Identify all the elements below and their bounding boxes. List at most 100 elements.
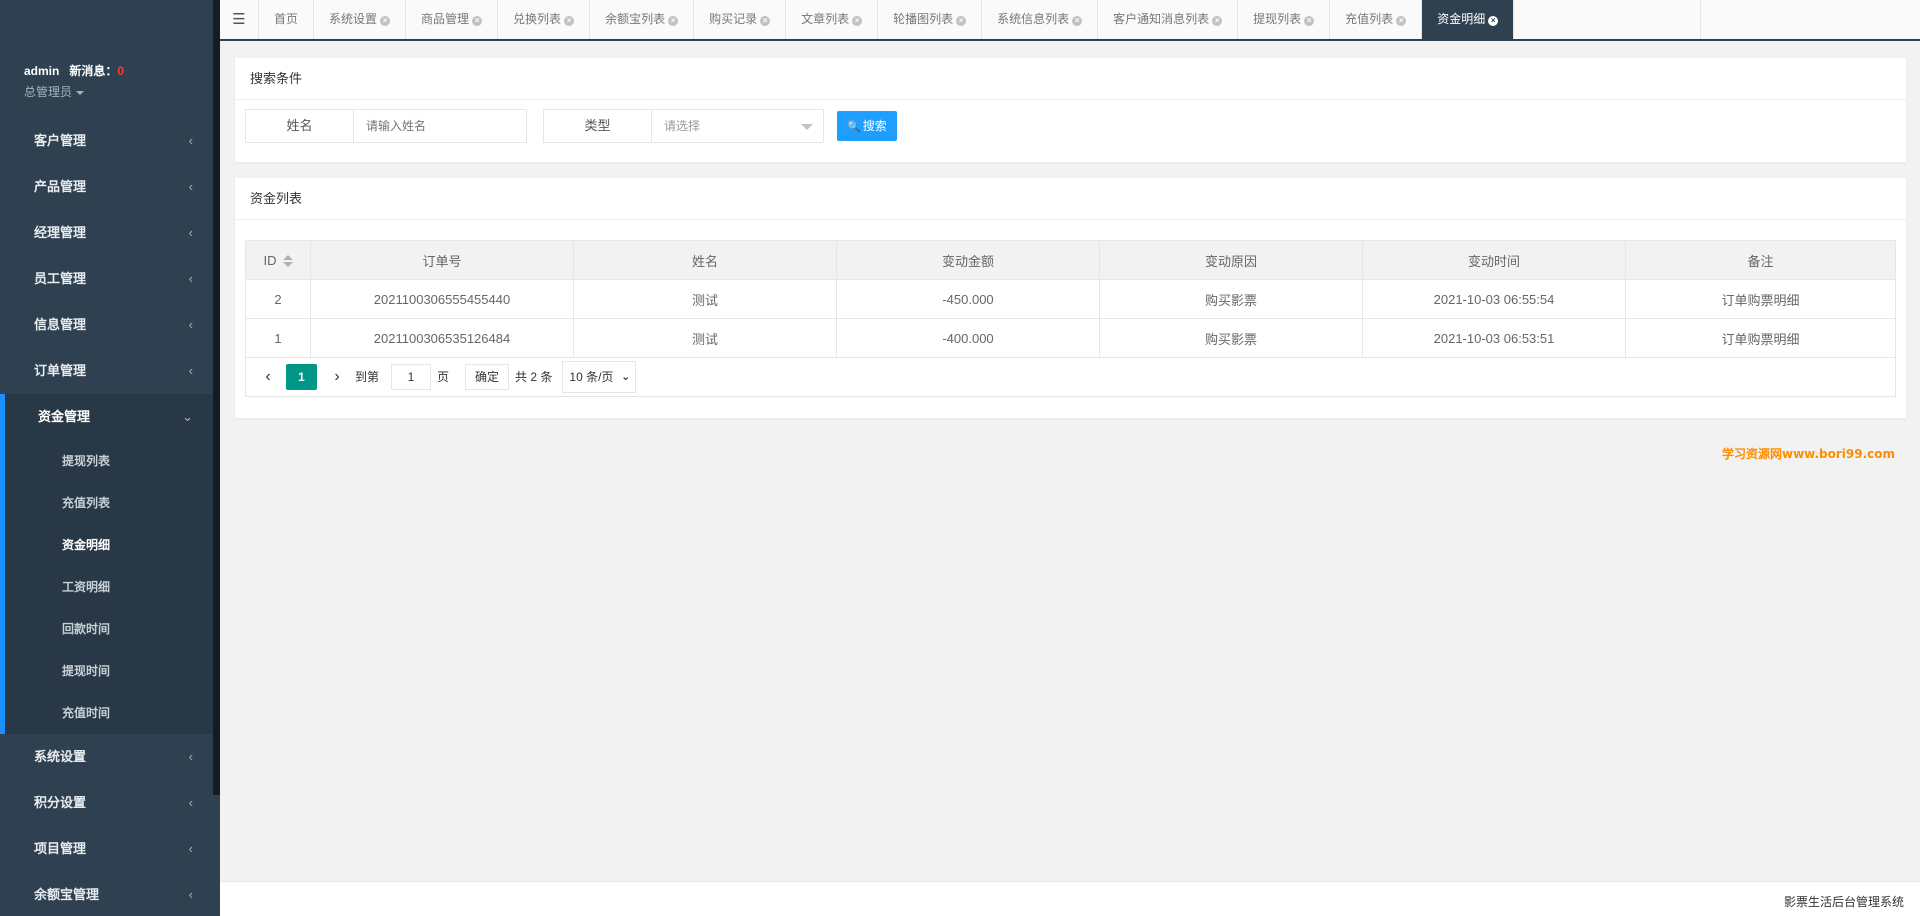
name-label: 姓名	[246, 110, 354, 142]
column-header-reason: 变动原因	[1099, 240, 1363, 280]
close-icon[interactable]: ×	[668, 16, 679, 26]
user-name[interactable]: admin	[24, 64, 59, 78]
tab-fund-details[interactable]: 资金明细 ×	[1422, 0, 1515, 39]
tab-label: 文章列表	[801, 12, 850, 26]
tab-yuebao-list[interactable]: 余额宝列表 ×	[590, 0, 695, 39]
sidebar-item-projects[interactable]: 项目管理 ‹	[0, 826, 213, 872]
tab-recharge-list[interactable]: 充值列表 ×	[1330, 0, 1423, 39]
tab-purchase-records[interactable]: 购买记录 ×	[694, 0, 787, 39]
tab-system-settings[interactable]: 系统设置 ×	[314, 0, 407, 39]
close-icon[interactable]: ×	[852, 16, 863, 26]
tab-label: 客户通知消息列表	[1113, 12, 1210, 26]
sidebar-item-points-settings[interactable]: 积分设置 ‹	[0, 780, 213, 826]
total-count: 共 2 条	[515, 370, 553, 384]
tab-label: 余额宝列表	[605, 12, 666, 26]
sidebar-scrollbar[interactable]	[213, 0, 220, 795]
sidebar-item-funds[interactable]: 资金管理 ⌄	[5, 394, 213, 440]
message-label[interactable]: 新消息：	[69, 64, 117, 78]
close-icon[interactable]: ×	[472, 16, 483, 26]
page-size-select[interactable]: 10 条/页 ⌄	[562, 360, 637, 393]
chevron-left-icon: ‹	[188, 749, 193, 764]
tab-label: 充值列表	[1345, 12, 1394, 26]
column-header-remark: 备注	[1625, 240, 1896, 280]
sidebar-item-customers[interactable]: 客户管理 ‹	[0, 118, 213, 164]
close-icon[interactable]: ×	[1396, 16, 1407, 26]
sidebar-item-info[interactable]: 信息管理 ‹	[0, 302, 213, 348]
chevron-down-icon: ⌄	[182, 409, 193, 424]
close-icon[interactable]: ×	[956, 16, 967, 26]
column-header-time: 变动时间	[1362, 240, 1626, 280]
column-header-name: 姓名	[573, 240, 837, 280]
name-input[interactable]	[354, 110, 526, 142]
caret-down-icon	[76, 90, 85, 95]
sidebar-subitem-fund-details[interactable]: 资金明细	[5, 524, 213, 566]
type-field: 类型 请选择	[543, 109, 824, 143]
tab-bar: ☰ 首页 系统设置 × 商品管理 × 兑换列表 × 余额宝列表 × 购买记录 × 文章列表…	[220, 0, 1920, 41]
sidebar-subitem-withdraw-list[interactable]: 提现列表	[5, 440, 213, 482]
sidebar-item-label: 经理管理	[34, 225, 87, 240]
tab-label: 轮播图列表	[893, 12, 954, 26]
sidebar-item-label: 订单管理	[34, 363, 87, 378]
sidebar-item-orders[interactable]: 订单管理 ‹	[0, 348, 213, 394]
tab-customer-notice-list[interactable]: 客户通知消息列表 ×	[1098, 0, 1239, 39]
sidebar-subitem-withdraw-time[interactable]: 提现时间	[5, 650, 213, 692]
page-number-current[interactable]: 1	[286, 363, 317, 390]
close-icon[interactable]: ×	[564, 16, 575, 26]
close-icon[interactable]: ×	[1072, 16, 1083, 26]
pagination: ‹ 1 › 到第 1 页 确定 共 2 条 10 条/页 ⌄	[245, 357, 1896, 397]
tab-exchange-list[interactable]: 兑换列表 ×	[498, 0, 591, 39]
fund-list-panel: 资金列表 ID 订单号 姓名 变动金额 变动原因 变动时间 备注 2 20211…	[235, 178, 1906, 418]
sidebar: admin 新消息：0 总管理员 客户管理 ‹ 产品管理 ‹ 经理管理 ‹ 员工管理 ‹ …	[0, 0, 220, 916]
tab-label: 提现列表	[1253, 12, 1302, 26]
sort-icon[interactable]	[282, 255, 293, 268]
sidebar-item-yuebao[interactable]: 余额宝管理 ‹	[0, 872, 213, 916]
cell-remark: 订单购票明细	[1625, 318, 1896, 358]
search-panel: 搜索条件 姓名 类型 请选择 🔍搜索	[235, 58, 1906, 162]
cell-order-no: 2021100306555455440	[310, 279, 574, 319]
tab-withdraw-list[interactable]: 提现列表 ×	[1238, 0, 1331, 39]
goto-page-input[interactable]: 1	[391, 363, 432, 390]
sidebar-item-label: 客户管理	[34, 133, 87, 148]
cell-remark: 订单购票明细	[1625, 279, 1896, 319]
table-header-row: ID 订单号 姓名 变动金额 变动原因 变动时间 备注	[245, 240, 1896, 280]
tab-label: 购买记录	[709, 12, 758, 26]
tab-system-info-list[interactable]: 系统信息列表 ×	[982, 0, 1099, 39]
sidebar-subitem-recharge-list[interactable]: 充值列表	[5, 482, 213, 524]
sidebar-item-products[interactable]: 产品管理 ‹	[0, 164, 213, 210]
tab-products[interactable]: 商品管理 ×	[406, 0, 499, 39]
sidebar-subitem-salary-details[interactable]: 工资明细	[5, 566, 213, 608]
sidebar-item-employees[interactable]: 员工管理 ‹	[0, 256, 213, 302]
search-form: 姓名 类型 请选择 🔍搜索	[245, 109, 897, 143]
prev-page-icon[interactable]: ‹	[256, 368, 280, 386]
table-row: 1 2021100306535126484 测试 -400.000 购买影票 2…	[245, 318, 1896, 358]
chevron-left-icon: ‹	[188, 363, 193, 378]
tab-carousel-list[interactable]: 轮播图列表 ×	[878, 0, 983, 39]
close-icon[interactable]: ×	[380, 16, 391, 26]
sidebar-subitem-payback-time[interactable]: 回款时间	[5, 608, 213, 650]
chevron-left-icon: ‹	[188, 887, 193, 902]
message-count[interactable]: 0	[117, 64, 124, 78]
sidebar-item-label: 信息管理	[34, 317, 87, 332]
search-button-label: 搜索	[862, 119, 887, 133]
user-role-dropdown[interactable]: 总管理员	[24, 83, 124, 100]
goto-label: 到第	[355, 370, 380, 384]
column-header-id[interactable]: ID	[245, 240, 311, 280]
sidebar-item-managers[interactable]: 经理管理 ‹	[0, 210, 213, 256]
close-icon[interactable]: ×	[1304, 16, 1315, 26]
close-icon[interactable]: ×	[1488, 16, 1499, 26]
close-icon[interactable]: ×	[760, 16, 771, 26]
next-page-icon[interactable]: ›	[325, 368, 349, 386]
menu-toggle-icon[interactable]: ☰	[220, 0, 259, 39]
name-field: 姓名	[245, 109, 527, 143]
tab-article-list[interactable]: 文章列表 ×	[786, 0, 879, 39]
tab-label: 系统信息列表	[997, 12, 1070, 26]
close-icon[interactable]: ×	[1212, 16, 1223, 26]
sidebar-item-system-settings[interactable]: 系统设置 ‹	[0, 734, 213, 780]
chevron-left-icon: ‹	[188, 795, 193, 810]
column-header-amount: 变动金额	[836, 240, 1100, 280]
tab-home[interactable]: 首页	[259, 0, 315, 39]
sidebar-subitem-recharge-time[interactable]: 充值时间	[5, 692, 213, 734]
search-button[interactable]: 🔍 搜索	[837, 111, 897, 141]
type-select[interactable]: 请选择	[652, 110, 823, 142]
goto-confirm-button[interactable]: 确定	[465, 363, 510, 390]
